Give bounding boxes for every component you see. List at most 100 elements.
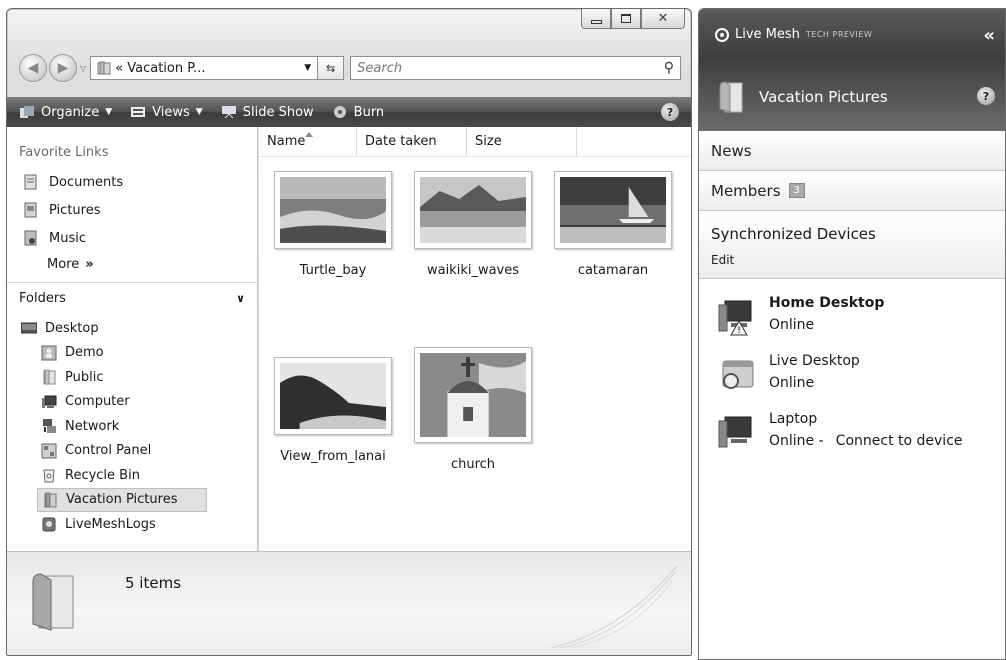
file-name: church xyxy=(450,457,496,472)
close-button[interactable]: ✕ xyxy=(641,9,685,29)
device-laptop[interactable]: Laptop Online - Connect to device xyxy=(699,409,1005,467)
views-dropdown-icon: ▼ xyxy=(195,107,203,117)
tree-item-label: Control Panel xyxy=(65,443,152,459)
favorite-link-label: Documents xyxy=(49,174,124,190)
tree-item-demo[interactable]: Demo xyxy=(7,341,257,366)
device-status: Online - Connect to device xyxy=(769,433,1005,449)
mesh-brand: Live Mesh TECH PREVIEW xyxy=(715,27,872,42)
window-controls: ✕ xyxy=(581,9,685,29)
laptop-icon xyxy=(718,416,752,448)
connect-to-device-link[interactable]: Connect to device xyxy=(836,433,963,449)
favorite-link-pictures[interactable]: Pictures xyxy=(23,196,257,224)
burn-button[interactable]: Burn xyxy=(332,104,385,120)
folders-heading: Folders xyxy=(19,291,66,306)
forward-button[interactable]: ▶ xyxy=(49,54,77,82)
favorite-links-heading: Favorite Links xyxy=(19,145,109,160)
desktop-icon xyxy=(21,322,37,334)
favorite-link-documents[interactable]: Documents xyxy=(23,168,257,196)
mesh-brand-name: Live Mesh xyxy=(735,27,800,42)
tree-item-recycle-bin[interactable]: Recycle Bin xyxy=(7,463,257,488)
file-item[interactable]: church xyxy=(409,347,537,472)
folder-tree: Desktop Demo Public Computer Network Con… xyxy=(7,314,257,537)
thumbnail-frame xyxy=(414,347,532,443)
address-bar[interactable]: « Vacation P... ▼ xyxy=(90,56,319,80)
more-links-button[interactable]: More » xyxy=(7,252,257,276)
photo-thumbnail xyxy=(280,363,386,429)
minimize-button[interactable] xyxy=(581,9,611,29)
views-button[interactable]: Views ▼ xyxy=(130,105,203,120)
device-live-desktop[interactable]: Live Desktop Online xyxy=(699,351,1005,409)
forward-arrow-icon: ▶ xyxy=(57,60,69,76)
column-header-label: Name xyxy=(267,134,306,149)
device-home-desktop[interactable]: ! Home Desktop Online xyxy=(699,293,1005,351)
more-label: More xyxy=(47,256,80,272)
members-label: Members xyxy=(711,181,781,200)
maximize-button[interactable] xyxy=(611,9,641,29)
organize-dropdown-icon: ▼ xyxy=(105,107,113,117)
members-section[interactable]: Members 3 xyxy=(699,171,1005,211)
tree-item-computer[interactable]: Computer xyxy=(7,390,257,415)
news-section[interactable]: News xyxy=(699,131,1005,171)
help-button[interactable]: ? xyxy=(661,103,679,121)
file-item[interactable]: waikiki_waves xyxy=(409,171,537,278)
thumbnail-frame xyxy=(274,171,392,249)
folders-toggle[interactable]: Folders ∨ xyxy=(7,282,257,314)
synchronized-devices-heading[interactable]: Synchronized Devices xyxy=(711,225,1005,243)
thumbnail-frame xyxy=(274,357,392,435)
tree-item-vacation-pictures[interactable]: Vacation Pictures xyxy=(37,487,207,512)
synchronized-devices-section: Synchronized Devices Edit xyxy=(699,211,1005,279)
column-header-date-taken[interactable]: Date taken xyxy=(357,127,467,156)
back-button[interactable]: ◀ xyxy=(19,54,47,82)
mesh-folder-name: Vacation Pictures xyxy=(759,88,888,106)
device-status-label: Online xyxy=(769,375,815,391)
device-status: Online xyxy=(769,375,1005,391)
search-input[interactable]: Search ⚲ xyxy=(350,56,681,80)
close-icon: ✕ xyxy=(657,11,669,26)
pictures-icon xyxy=(24,202,37,218)
device-list: ! Home Desktop Online Live Desktop Onlin… xyxy=(699,279,1005,467)
column-header-name[interactable]: Name xyxy=(259,127,357,156)
thumbnail-frame xyxy=(554,171,672,249)
tree-item-control-panel[interactable]: Control Panel xyxy=(7,439,257,464)
folder-icon xyxy=(43,369,56,385)
control-panel-icon xyxy=(41,443,57,459)
collapse-panel-button[interactable]: « xyxy=(983,25,995,46)
organize-button[interactable]: Organize ▼ xyxy=(19,105,112,120)
burn-label: Burn xyxy=(353,104,385,120)
column-header-size[interactable]: Size xyxy=(467,127,577,156)
recent-pages-dropdown-icon[interactable]: ▽ xyxy=(80,64,86,73)
more-chevron-icon: » xyxy=(85,256,94,272)
tree-item-network[interactable]: Network xyxy=(7,414,257,439)
mesh-header: Live Mesh TECH PREVIEW « Vacation Pictur… xyxy=(699,9,1005,131)
mesh-help-button[interactable]: ? xyxy=(977,87,995,105)
file-name: View_from_lanai xyxy=(280,449,386,464)
slideshow-label: Slide Show xyxy=(242,104,314,120)
explorer-window: ✕ ◀ ▶ ▽ « Vacation P... ▼ ⇆ Search ⚲ Org… xyxy=(6,8,692,656)
file-item[interactable]: catamaran xyxy=(549,171,677,278)
live-desktop-icon xyxy=(722,360,754,389)
views-label: Views xyxy=(152,104,190,120)
favorite-link-music[interactable]: Music xyxy=(23,224,257,252)
tree-item-desktop[interactable]: Desktop xyxy=(7,316,257,341)
tree-item-public[interactable]: Public xyxy=(7,365,257,390)
navigation-pane: Favorite Links Documents Pictures Music … xyxy=(7,127,258,551)
back-arrow-icon: ◀ xyxy=(27,60,39,76)
device-status: Online xyxy=(769,317,1005,333)
file-item[interactable]: Turtle_bay xyxy=(269,171,397,278)
search-icon[interactable]: ⚲ xyxy=(664,60,674,76)
refresh-button[interactable]: ⇆ xyxy=(318,56,345,80)
slideshow-button[interactable]: Slide Show xyxy=(221,105,314,120)
search-placeholder: Search xyxy=(357,60,403,76)
user-folder-icon xyxy=(41,345,57,361)
edit-devices-link[interactable]: Edit xyxy=(711,253,734,267)
decorative-swoosh xyxy=(550,565,678,649)
help-icon: ? xyxy=(666,105,674,119)
tree-item-label: Vacation Pictures xyxy=(66,492,178,508)
file-item[interactable]: View_from_lanai xyxy=(269,357,397,464)
address-dropdown-icon[interactable]: ▼ xyxy=(304,63,311,73)
tree-item-label: Computer xyxy=(65,394,130,410)
tree-item-livemeshlogs[interactable]: LiveMeshLogs xyxy=(7,512,257,537)
favorite-links-list: Documents Pictures Music xyxy=(7,160,257,252)
maximize-icon xyxy=(621,14,631,23)
command-bar: Organize ▼ Views ▼ Slide Show Burn ? xyxy=(7,97,691,127)
